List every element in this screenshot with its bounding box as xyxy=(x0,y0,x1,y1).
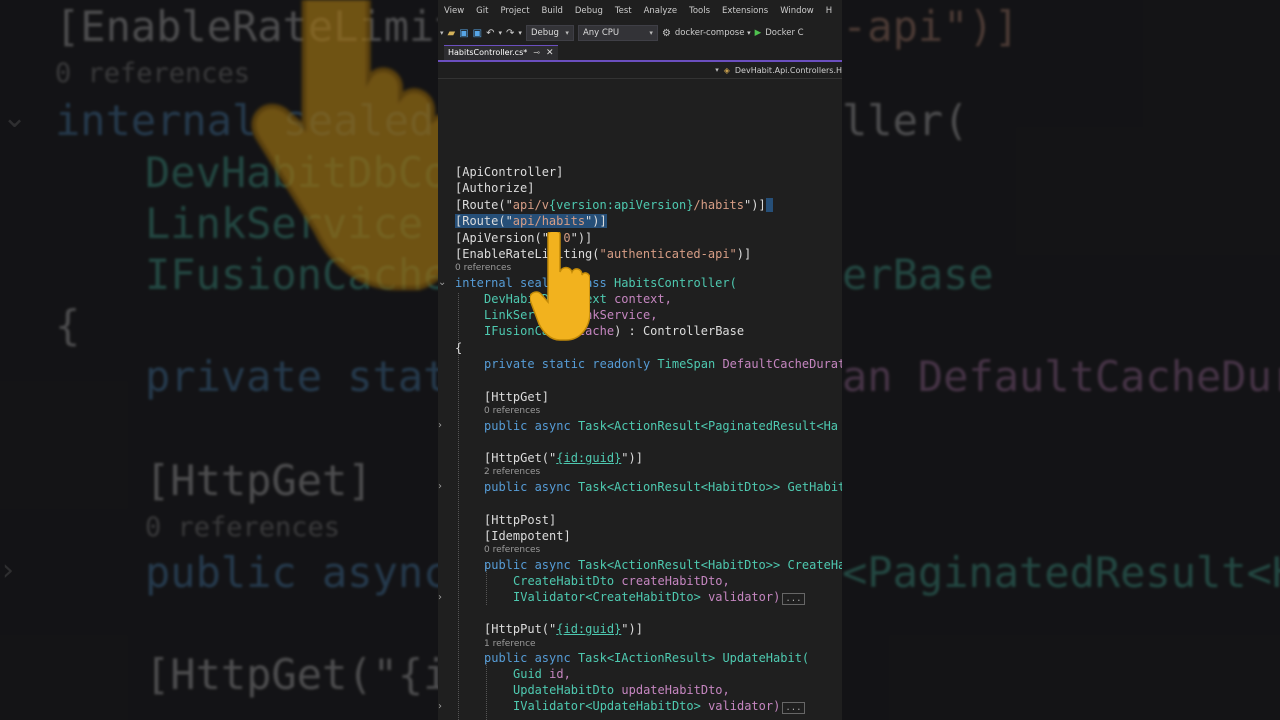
collapse-chevron-icon[interactable]: ⌄ xyxy=(438,277,446,288)
redo-dropdown-icon[interactable]: ▾ xyxy=(518,29,522,37)
redo-icon[interactable]: ↷ xyxy=(506,28,514,39)
platform-value: Any CPU xyxy=(582,28,620,38)
code-line: { xyxy=(455,341,463,355)
undo-icon[interactable]: ↶ xyxy=(486,28,494,39)
code-line: private static readonly TimeSpan Default… xyxy=(484,357,842,371)
code-line: IFusionCache cache) : ControllerBase xyxy=(484,324,745,338)
background-right-panel: -api")] ller( erBase an DefaultCacheDura… xyxy=(842,0,1280,720)
configuration-select[interactable]: Debug ▾ xyxy=(525,25,574,41)
chevron-down-icon: ▾ xyxy=(747,29,751,37)
class-icon: ◈ xyxy=(723,65,730,75)
close-icon[interactable]: ✕ xyxy=(546,46,554,60)
navigation-path[interactable]: DevHabit.Api.Controllers.H xyxy=(735,66,842,75)
codelens-references[interactable]: 1 reference xyxy=(484,639,536,649)
expand-chevron-icon[interactable]: › xyxy=(438,592,442,603)
tab-habits-controller[interactable]: HabitsController.cs* ⊸ ✕ xyxy=(444,45,558,60)
save-all-icon[interactable]: ▣ xyxy=(473,28,482,39)
tab-title: HabitsController.cs* xyxy=(448,48,528,57)
hand-pointer-icon xyxy=(530,232,590,341)
pin-icon[interactable]: ⊸ xyxy=(533,46,540,60)
chevron-down-icon: ▾ xyxy=(565,29,569,37)
toolbar: ▾ ▰ ▣ ▣ ↶ ▾ ↷ ▾ Debug ▾ Any CPU ▾ ⚙ docker… xyxy=(438,22,842,44)
collapsed-code-ellipsis[interactable]: ... xyxy=(782,593,805,605)
menu-window[interactable]: Window xyxy=(774,6,820,16)
codelens-references[interactable]: 0 references xyxy=(484,406,540,416)
menu-extensions[interactable]: Extensions xyxy=(716,6,774,16)
code-line: CreateHabitDto createHabitDto, xyxy=(513,574,730,588)
code-line: IValidator<CreateHabitDto> validator)... xyxy=(513,590,805,606)
gear-icon: ⚙ xyxy=(661,27,671,39)
collapsed-code-ellipsis[interactable]: ... xyxy=(782,702,805,714)
navigation-bar: ▾ ◈ DevHabit.Api.Controllers.H xyxy=(438,62,842,79)
menu-view[interactable]: View xyxy=(438,6,470,16)
code-line: public async Task<ActionResult<Paginated… xyxy=(484,419,839,433)
menu-tools[interactable]: Tools xyxy=(683,6,716,16)
code-line: [HttpPut("{id:guid}")] xyxy=(484,622,643,636)
code-line: Guid id, xyxy=(513,667,571,681)
code-line-selected: [Route("api/habits")] xyxy=(455,214,607,228)
dropdown-arrow-icon[interactable]: ▾ xyxy=(440,29,444,37)
menu-git[interactable]: Git xyxy=(470,6,494,16)
indent-guide xyxy=(486,660,487,720)
chevron-down-icon: ▾ xyxy=(649,29,653,37)
document-tab-bar: HabitsController.cs* ⊸ ✕ xyxy=(438,44,842,62)
code-line: [HttpGet("{id:guid}")] xyxy=(484,451,643,465)
code-line: [Authorize] xyxy=(455,181,535,195)
background-dim-overlay xyxy=(0,0,438,720)
ide-window: View Git Project Build Debug Test Analyz… xyxy=(438,0,842,720)
background-left-panel: [EnableRateLimiti 0 references internal … xyxy=(0,0,438,720)
code-line: UpdateHabitDto updateHabitDto, xyxy=(513,683,730,697)
indent-guide xyxy=(458,293,459,720)
menu-test[interactable]: Test xyxy=(609,6,638,16)
run-button-label[interactable]: Docker C xyxy=(765,28,803,38)
configuration-value: Debug xyxy=(530,28,559,38)
menu-help[interactable]: H xyxy=(820,6,838,16)
menu-debug[interactable]: Debug xyxy=(569,6,609,16)
menu-bar: View Git Project Build Debug Test Analyz… xyxy=(438,0,842,22)
menu-build[interactable]: Build xyxy=(536,6,569,16)
code-line: [HttpGet] xyxy=(484,390,550,404)
play-icon[interactable]: ▶ xyxy=(755,28,762,38)
expand-chevron-icon[interactable]: › xyxy=(438,481,442,492)
expand-chevron-icon[interactable]: › xyxy=(438,420,442,431)
codelens-references[interactable]: 0 references xyxy=(484,545,540,555)
code-line: [Route("api/v{version:apiVersion}/habits… xyxy=(455,198,773,212)
code-line: internal sealed class HabitsController( xyxy=(455,276,737,290)
startup-project-select[interactable]: docker-compose ▾ xyxy=(675,28,751,38)
code-line: [EnableRateLimiting("authenticated-api")… xyxy=(455,247,752,261)
platform-select[interactable]: Any CPU ▾ xyxy=(577,25,658,41)
code-line: public async Task<ActionResult<HabitDto>… xyxy=(484,480,842,494)
save-icon[interactable]: ▣ xyxy=(459,28,468,39)
code-line: public async Task<IActionResult> UpdateH… xyxy=(484,651,810,665)
undo-dropdown-icon[interactable]: ▾ xyxy=(499,29,503,37)
code-line: [Idempotent] xyxy=(484,529,571,543)
code-line: public async Task<ActionResult<HabitDto>… xyxy=(484,558,842,572)
code-line: IValidator<UpdateHabitDto> validator)... xyxy=(513,699,805,715)
expand-chevron-icon[interactable]: › xyxy=(438,701,442,712)
codelens-references[interactable]: 0 references xyxy=(455,263,511,273)
background-dim-overlay xyxy=(842,0,1280,720)
codelens-references[interactable]: 2 references xyxy=(484,467,540,477)
startup-project-value: docker-compose xyxy=(674,28,745,38)
menu-project[interactable]: Project xyxy=(494,6,535,16)
open-folder-icon[interactable]: ▰ xyxy=(448,28,456,39)
code-line: [ApiController] xyxy=(455,165,564,179)
code-line: [HttpPost] xyxy=(484,513,557,527)
chevron-down-icon[interactable]: ▾ xyxy=(715,66,719,74)
menu-analyze[interactable]: Analyze xyxy=(638,6,684,16)
